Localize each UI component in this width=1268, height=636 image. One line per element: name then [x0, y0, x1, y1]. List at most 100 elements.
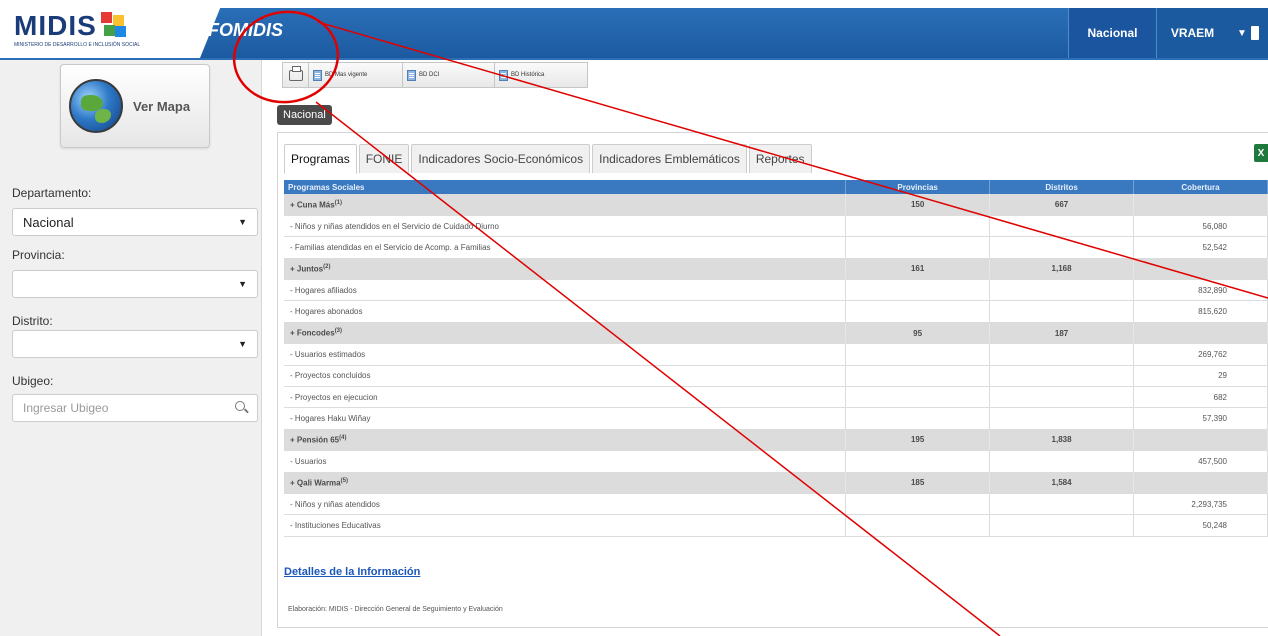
distritos-cell	[989, 215, 1135, 238]
distritos-cell	[989, 279, 1135, 302]
program-group-row[interactable]: + Cuna Más(1) 150 667	[284, 194, 1268, 216]
chevron-down-icon: ▼	[238, 217, 247, 227]
nav-nacional[interactable]: Nacional	[1068, 8, 1156, 58]
program-name: - Hogares abonados	[290, 307, 363, 317]
tab-indicadores-emblematicos[interactable]: Indicadores Emblemáticos	[592, 144, 747, 173]
program-name-cell: - Usuarios estimados	[284, 343, 847, 366]
program-name: - Hogares Haku Wiñay	[290, 414, 371, 424]
provincias-cell: 150	[845, 194, 991, 216]
bd-mas-vigente-button[interactable]: BD Mas vigente	[309, 63, 403, 87]
provincias-cell	[845, 450, 991, 473]
distritos-cell: 1,838	[989, 429, 1135, 452]
provincias-cell	[845, 407, 991, 430]
departamento-value: Nacional	[23, 215, 74, 230]
search-icon[interactable]	[235, 401, 245, 411]
logo-text: MIDIS	[14, 10, 97, 41]
program-name: - Proyectos concluidos	[290, 371, 371, 381]
ubigeo-label: Ubigeo:	[12, 374, 54, 388]
program-group-row[interactable]: + Juntos(2) 161 1,168	[284, 258, 1268, 281]
chevron-down-icon: ▼	[238, 339, 247, 349]
bd-dci-label: BD DCI	[419, 72, 440, 78]
program-item-row: - Hogares Haku Wiñay 57,390	[284, 407, 1268, 430]
provincias-cell: 95	[845, 322, 991, 345]
program-name-cell: - Usuarios	[284, 450, 847, 473]
nav-vraem[interactable]: VRAEM	[1156, 8, 1228, 58]
tab-reportes[interactable]: Reportes	[748, 144, 812, 173]
midis-logo[interactable]: MIDIS MINISTERIO DE DESARROLLO E INCLUSI…	[14, 10, 140, 49]
tab-programas[interactable]: Programas	[284, 144, 357, 174]
distritos-cell	[989, 343, 1135, 366]
provincias-cell: 185	[845, 472, 991, 494]
document-icon	[313, 69, 322, 81]
cobertura-cell	[1133, 472, 1268, 494]
footnote: Elaboración: MIDIS - Dirección General d…	[288, 606, 503, 613]
nav-more-menu[interactable]: ▼	[1228, 8, 1268, 58]
ver-mapa-button[interactable]: Ver Mapa	[60, 64, 210, 148]
distritos-cell	[989, 300, 1135, 323]
provincias-cell: 161	[845, 258, 991, 281]
footnote-marker: (3)	[334, 328, 343, 335]
program-name-cell: - Proyectos en ejecucion	[284, 386, 847, 409]
program-name: - Niños y niñas atendidos en el Servicio…	[290, 221, 500, 231]
cobertura-cell: 682	[1133, 386, 1268, 409]
cobertura-cell	[1133, 429, 1268, 452]
provincias-cell	[845, 514, 991, 537]
program-name: + Qali Warma	[290, 478, 341, 488]
program-group-row[interactable]: + Qali Warma(5) 185 1,584	[284, 472, 1268, 494]
bd-dci-button[interactable]: BD DCI	[403, 63, 495, 87]
provincias-cell	[845, 215, 991, 238]
document-icon	[407, 69, 416, 81]
program-group-row[interactable]: + Pensión 65(4) 195 1,838	[284, 429, 1268, 452]
tab-bar: Programas FONIE Indicadores Socio-Económ…	[284, 144, 814, 174]
program-name: - Instituciones Educativas	[290, 521, 381, 531]
program-name: + Pensión 65	[290, 435, 340, 445]
excel-export-icon[interactable]: X	[1254, 144, 1268, 162]
logo-subtitle: MINISTERIO DE DESARROLLO E INCLUSIÓN SOC…	[14, 42, 141, 48]
program-item-row: - Usuarios 457,500	[284, 450, 1268, 473]
distritos-cell	[989, 450, 1135, 473]
cobertura-cell: 50,248	[1133, 514, 1268, 537]
departamento-select[interactable]: Nacional ▼	[12, 208, 258, 236]
program-item-row: - Niños y niñas atendidos en el Servicio…	[284, 215, 1268, 238]
program-name-cell: - Hogares abonados	[284, 300, 847, 323]
program-name: + Foncodes	[290, 328, 335, 338]
program-group-row[interactable]: + Foncodes(3) 95 187	[284, 322, 1268, 345]
bd-historica-button[interactable]: BD Histórica	[495, 63, 587, 87]
distritos-cell	[989, 236, 1135, 259]
provincia-select[interactable]: ▼	[12, 270, 258, 298]
cobertura-cell: 29	[1133, 365, 1268, 388]
ubigeo-input[interactable]	[13, 395, 213, 421]
distrito-label: Distrito:	[12, 314, 53, 328]
program-name: - Usuarios	[290, 456, 327, 466]
distritos-cell: 667	[989, 194, 1135, 216]
document-icon	[499, 69, 508, 81]
program-item-row: - Proyectos en ejecucion 682	[284, 386, 1268, 409]
print-button[interactable]	[283, 63, 309, 87]
cobertura-cell: 269,762	[1133, 343, 1268, 366]
tab-fonie[interactable]: FONIE	[358, 144, 410, 173]
globe-icon	[69, 79, 123, 133]
program-name: - Niños y niñas atendidos	[290, 499, 380, 509]
program-name: + Cuna Más	[290, 200, 335, 210]
program-item-row: - Proyectos concluidos 29	[284, 365, 1268, 388]
table-body: + Cuna Más(1) 150 667 - Niños y niñas atend…	[284, 194, 1268, 537]
programs-table: Programas Sociales Provincias Distritos …	[284, 180, 1268, 537]
distritos-cell	[989, 386, 1135, 409]
program-item-row: - Instituciones Educativas 50,248	[284, 514, 1268, 537]
details-link[interactable]: Detalles de la Información	[284, 566, 420, 578]
program-name-cell: + Qali Warma(5)	[284, 472, 847, 494]
program-name-cell: - Hogares afiliados	[284, 279, 847, 302]
program-name: + Juntos	[290, 264, 324, 274]
scope-badge: Nacional	[277, 105, 332, 125]
footnote-marker: (4)	[339, 435, 347, 442]
tab-indicadores-socio-economicos[interactable]: Indicadores Socio-Económicos	[411, 144, 591, 173]
cobertura-cell: 57,390	[1133, 407, 1268, 430]
distritos-cell	[989, 514, 1135, 537]
cobertura-cell: 2,293,735	[1133, 493, 1268, 516]
caret-down-icon: ▼	[1237, 27, 1247, 39]
distritos-cell: 1,168	[989, 258, 1135, 281]
cobertura-cell	[1133, 322, 1268, 345]
provincias-cell	[845, 300, 991, 323]
distrito-select[interactable]: ▼	[12, 330, 258, 358]
distritos-cell	[989, 493, 1135, 516]
